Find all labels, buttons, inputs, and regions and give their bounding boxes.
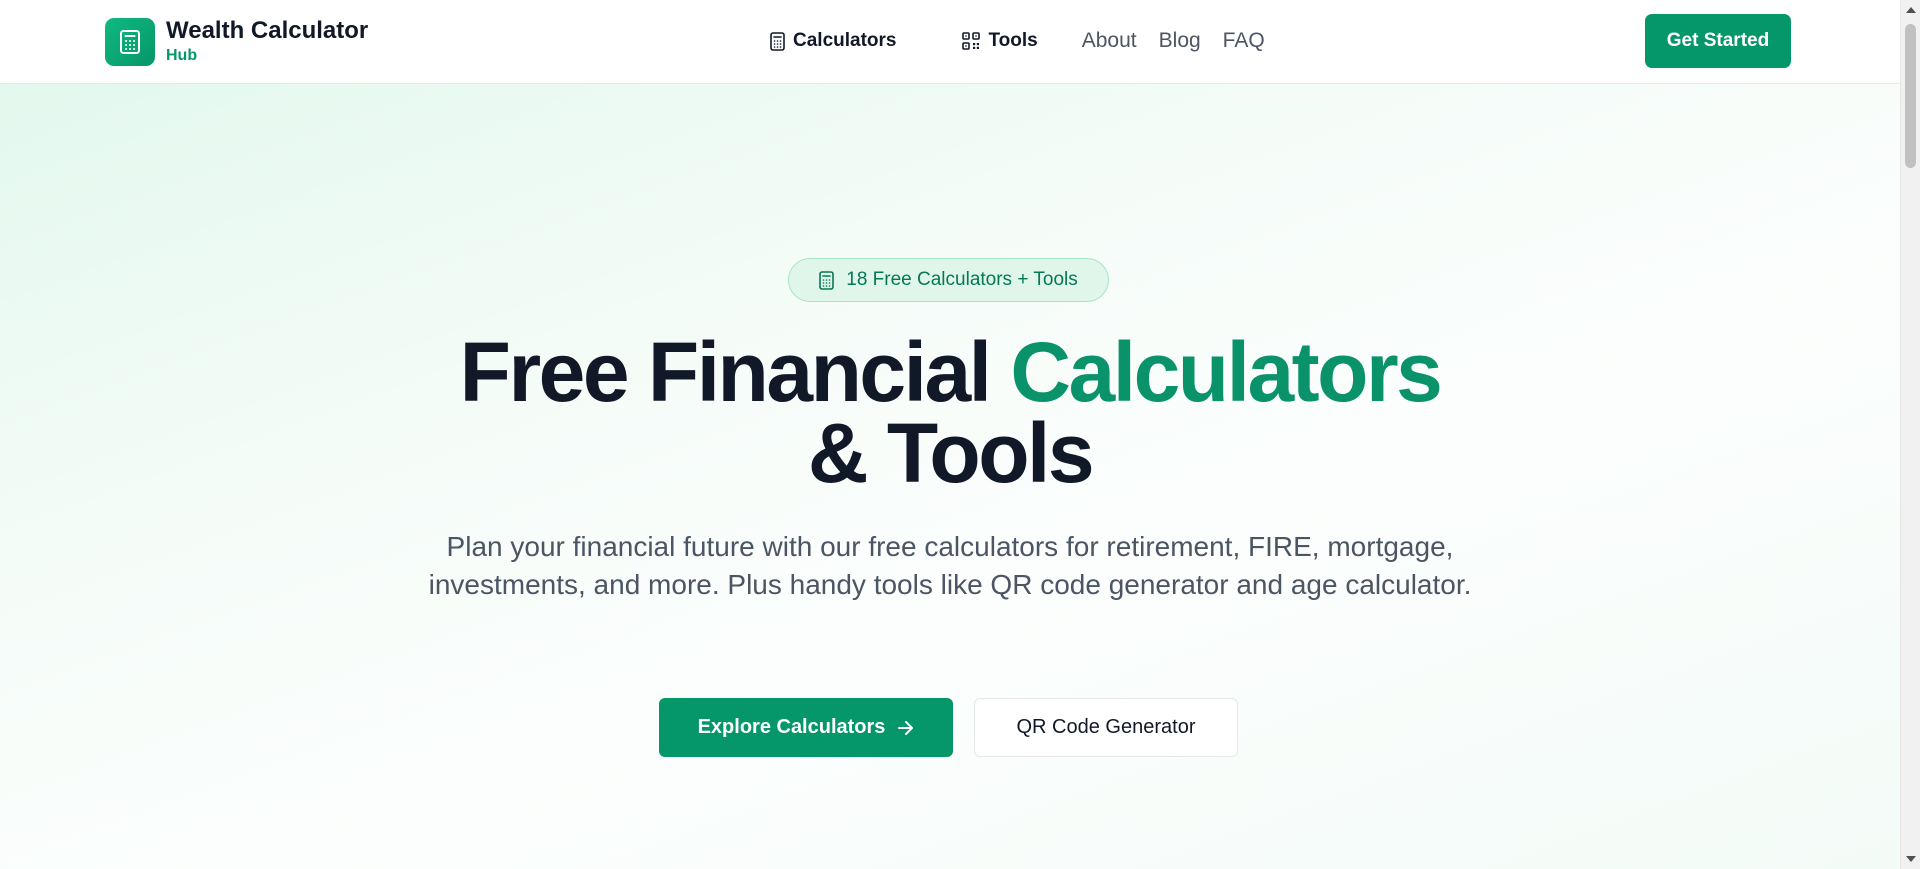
headline-accent: Calculators xyxy=(1010,325,1443,419)
arrow-right-icon xyxy=(898,720,914,735)
scroll-up-arrow-icon[interactable] xyxy=(1906,7,1916,13)
nav-link-faq[interactable]: FAQ xyxy=(1223,29,1265,53)
page: Wealth Calculator Hub Calculators Tools … xyxy=(0,0,1920,869)
logo-subtitle: Hub xyxy=(166,47,198,64)
explore-calculators-button[interactable]: Explore Calculators xyxy=(659,698,953,757)
hero-description: Plan your financial future with our free… xyxy=(428,531,1472,600)
logo-text: Wealth Calculator Hub xyxy=(166,17,368,66)
badge-text: 18 Free Calculators + Tools xyxy=(846,269,1078,290)
calculator-icon xyxy=(819,270,835,290)
headline-part2: & Tools xyxy=(807,406,1095,500)
site-header: Wealth Calculator Hub Calculators Tools … xyxy=(0,0,1900,84)
nav-tools[interactable]: Tools xyxy=(962,30,1038,52)
logo-title: Wealth Calculator xyxy=(166,17,369,44)
qr-code-icon xyxy=(962,32,981,50)
nav-calculators-label: Calculators xyxy=(793,30,897,51)
calculator-icon xyxy=(105,17,155,66)
logo[interactable]: Wealth Calculator Hub xyxy=(105,17,368,66)
calculator-icon xyxy=(770,31,785,51)
nav-link-blog[interactable]: Blog xyxy=(1159,29,1201,53)
scrollbar-thumb[interactable] xyxy=(1905,24,1916,168)
explore-calculators-label: Explore Calculators xyxy=(697,716,886,738)
get-started-button[interactable]: Get Started xyxy=(1645,14,1791,68)
page-scrollbar[interactable] xyxy=(1900,0,1920,869)
nav-link-about[interactable]: About xyxy=(1082,29,1137,53)
hero-section: 18 Free Calculators + Tools Free Financi… xyxy=(0,84,1900,869)
main-nav: Calculators Tools About Blog FAQ xyxy=(770,28,1265,54)
scroll-down-arrow-icon[interactable] xyxy=(1906,856,1916,862)
nav-calculators[interactable]: Calculators xyxy=(770,30,896,52)
calculators-count-badge: 18 Free Calculators + Tools xyxy=(788,258,1109,302)
qr-code-generator-button[interactable]: QR Code Generator xyxy=(974,698,1238,757)
hero-headline: Free Financial Calculators & Tools xyxy=(0,330,1900,495)
nav-tools-label: Tools xyxy=(988,30,1038,51)
headline-part1: Free Financial xyxy=(459,325,992,419)
